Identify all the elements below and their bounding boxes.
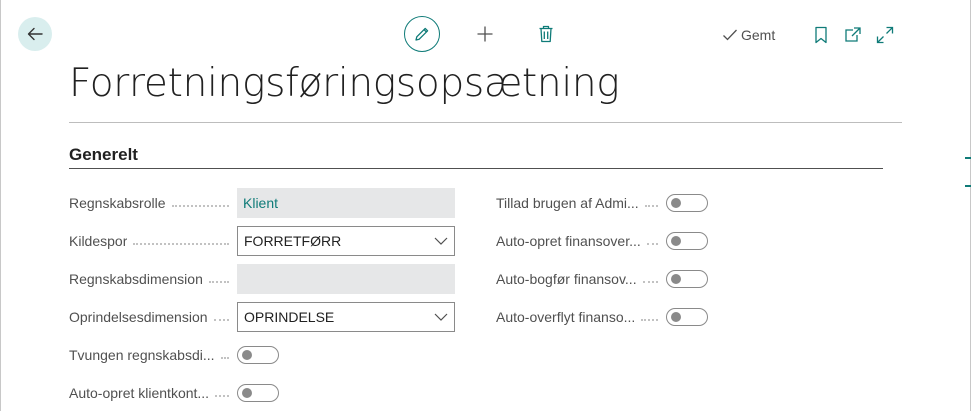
- chevron-down-icon: [434, 313, 448, 321]
- accounting-dimension-value[interactable]: [237, 264, 455, 294]
- expand-icon: [876, 26, 894, 44]
- field-label: Regnskabsrolle: [69, 195, 237, 211]
- field-forced-accounting-dimension: Tvungen regnskabsdi...: [69, 340, 279, 370]
- field-auto-transfer-gl: Auto-overflyt finanso...: [496, 302, 708, 332]
- auto-transfer-gl-toggle[interactable]: [666, 308, 708, 326]
- field-label: Regnskabsdimension: [69, 271, 237, 287]
- source-code-select[interactable]: FORRETFØRR: [237, 226, 455, 256]
- field-source-code: Kildespor FORRETFØRR: [69, 226, 455, 256]
- field-label: Auto-opret finansover...: [496, 233, 666, 249]
- back-button[interactable]: [18, 17, 52, 51]
- saved-status: Gemt: [722, 26, 775, 44]
- title-divider: [69, 122, 902, 123]
- field-label: Auto-opret klientkont...: [69, 385, 237, 401]
- edit-button[interactable]: [404, 16, 440, 52]
- expand-button[interactable]: [875, 24, 895, 46]
- forced-accounting-dimension-toggle[interactable]: [237, 346, 279, 364]
- section-divider: [69, 168, 883, 169]
- field-allow-admin: Tillad brugen af Admi...: [496, 188, 708, 218]
- edge-marker: [965, 185, 971, 187]
- field-accounting-role: Regnskabsrolle Klient: [69, 188, 455, 218]
- accounting-role-value[interactable]: Klient: [237, 188, 455, 218]
- field-label: Kildespor: [69, 233, 237, 249]
- field-label: Auto-bogfør finansov...: [496, 271, 666, 287]
- field-label: Tvungen regnskabsdi...: [69, 347, 237, 363]
- bookmark-button[interactable]: [812, 24, 830, 46]
- new-button[interactable]: [473, 22, 497, 46]
- field-auto-post-gl: Auto-bogfør finansov...: [496, 264, 708, 294]
- auto-create-gl-toggle[interactable]: [666, 232, 708, 250]
- field-origin-dimension: Oprindelsesdimension OPRINDELSE: [69, 302, 455, 332]
- field-auto-create-client-account: Auto-opret klientkont...: [69, 378, 279, 408]
- saved-label: Gemt: [741, 27, 776, 43]
- field-auto-create-gl: Auto-opret finansover...: [496, 226, 708, 256]
- edge-marker: [965, 157, 971, 159]
- pencil-icon: [415, 27, 429, 41]
- plus-icon: [477, 26, 493, 42]
- checkmark-icon: [723, 29, 737, 41]
- auto-post-gl-toggle[interactable]: [666, 270, 708, 288]
- field-accounting-dimension: Regnskabsdimension: [69, 264, 455, 294]
- open-new-window-button[interactable]: [843, 24, 863, 46]
- chevron-down-icon: [434, 237, 448, 245]
- delete-button[interactable]: [535, 22, 557, 46]
- page-title: Forretningsføringsopsætning: [69, 61, 620, 106]
- trash-icon: [539, 25, 553, 43]
- auto-create-client-account-toggle[interactable]: [237, 384, 279, 402]
- popout-icon: [845, 27, 861, 42]
- allow-admin-toggle[interactable]: [666, 194, 708, 212]
- arrow-left-icon: [27, 27, 43, 41]
- field-label: Tillad brugen af Admi...: [496, 195, 666, 211]
- field-label: Auto-overflyt finanso...: [496, 309, 666, 325]
- bookmark-icon: [815, 26, 827, 44]
- origin-dimension-select[interactable]: OPRINDELSE: [237, 302, 455, 332]
- field-label: Oprindelsesdimension: [69, 309, 237, 325]
- section-title-general[interactable]: Generelt: [69, 145, 138, 165]
